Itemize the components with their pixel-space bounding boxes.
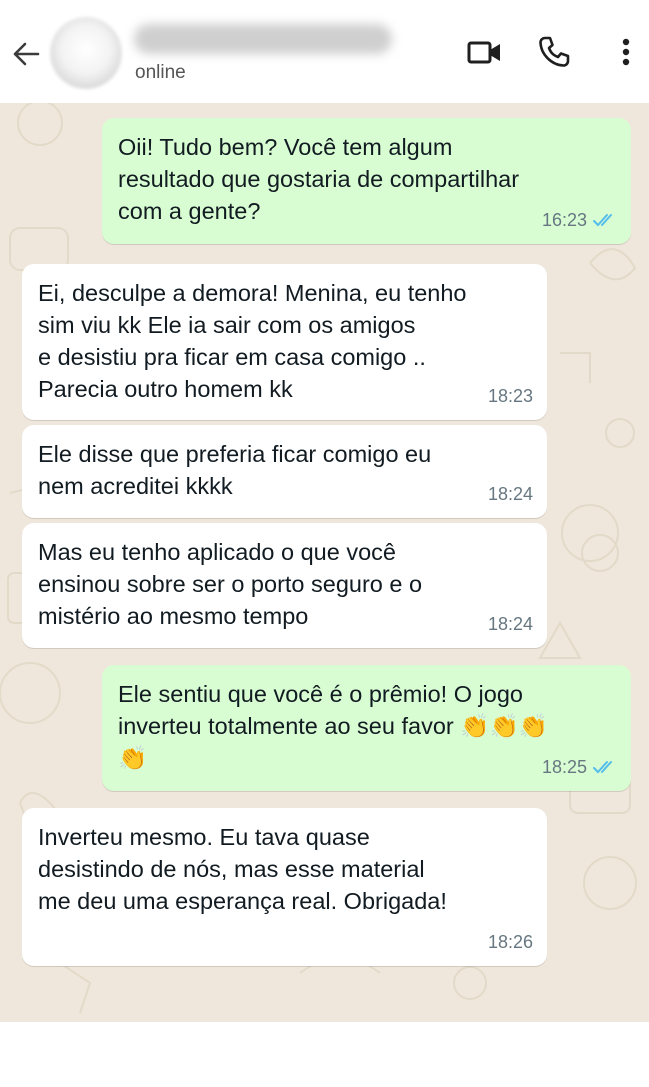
message-bubble-incoming[interactable]: Mas eu tenho aplicado o que você ensinou… [22,523,547,648]
message-meta: 18:23 [488,380,533,412]
message-text-line: Parecia outro homem kk [38,376,293,402]
message-bubble-incoming[interactable]: Ei, desculpe a demora! Menina, eu tenho … [22,264,547,420]
message-list[interactable]: Oii! Tudo bem? Você tem algum resultado … [0,103,649,1022]
arrow-left-icon[interactable] [8,36,44,72]
message-time: 16:23 [541,210,587,230]
message-text-line: nem acreditei kkkk [38,473,233,499]
message-text-line: Oii! Tudo bem? Você tem algum [118,134,453,160]
message-time: 18:24 [487,484,533,504]
message-text-line: Ele disse que preferia ficar comigo eu [38,441,432,467]
message-bubble-incoming[interactable]: Inverteu mesmo. Eu tava quase desistindo… [22,808,547,966]
message-text-line: me deu uma esperança real. Obrigada! [38,888,447,914]
message-bubble-outgoing[interactable]: Oii! Tudo bem? Você tem algum resultado … [102,118,631,244]
message-text-line: inverteu totalmente ao seu favor 👏👏👏 [118,713,549,739]
message-time: 18:23 [487,386,533,406]
message-text-line: sim viu kk Ele ia sair com os amigos [38,312,416,338]
double-check-read-icon [593,761,612,774]
message-bubble-incoming[interactable]: Ele disse que preferia ficar comigo eu n… [22,425,547,518]
double-check-read-icon [593,214,612,227]
message-time: 18:25 [541,757,587,777]
chat-header: online [0,0,649,103]
contact-status: online [135,62,186,83]
message-time: 18:24 [487,614,533,634]
video-camera-icon[interactable] [464,32,504,72]
bottom-blank-area [0,1022,649,1087]
more-vert-icon[interactable] [606,32,646,72]
message-text-line: Inverteu mesmo. Eu tava quase [38,824,370,850]
message-text-line: e desistiu pra ficar em casa comigo .. [38,344,426,370]
message-text-line: ensinou sobre ser o porto seguro e o [38,571,423,597]
message-meta: 16:23 [542,204,617,236]
message-meta: 18:26 [488,926,533,958]
message-text-line: Mas eu tenho aplicado o que você [38,539,396,565]
avatar[interactable] [50,17,122,89]
message-bubble-outgoing[interactable]: Ele sentiu que você é o prêmio! O jogo i… [102,665,631,791]
message-meta: 18:24 [488,608,533,640]
phone-icon[interactable] [534,32,574,72]
message-text-line: 👏 [118,745,148,771]
message-meta: 18:24 [488,478,533,510]
message-text-line: com a gente? [118,198,261,224]
message-text-line: desistindo de nós, mas esse material [38,856,425,882]
message-text-line: Ele sentiu que você é o prêmio! O jogo [118,681,523,707]
message-text-line: mistério ao mesmo tempo [38,603,309,629]
message-meta: 18:25 [542,751,617,783]
message-text-line: resultado que gostaria de compartilhar [118,166,520,192]
contact-name-redacted[interactable] [134,24,392,54]
message-text-line: Ei, desculpe a demora! Menina, eu tenho [38,280,467,306]
message-time: 18:26 [487,932,533,952]
